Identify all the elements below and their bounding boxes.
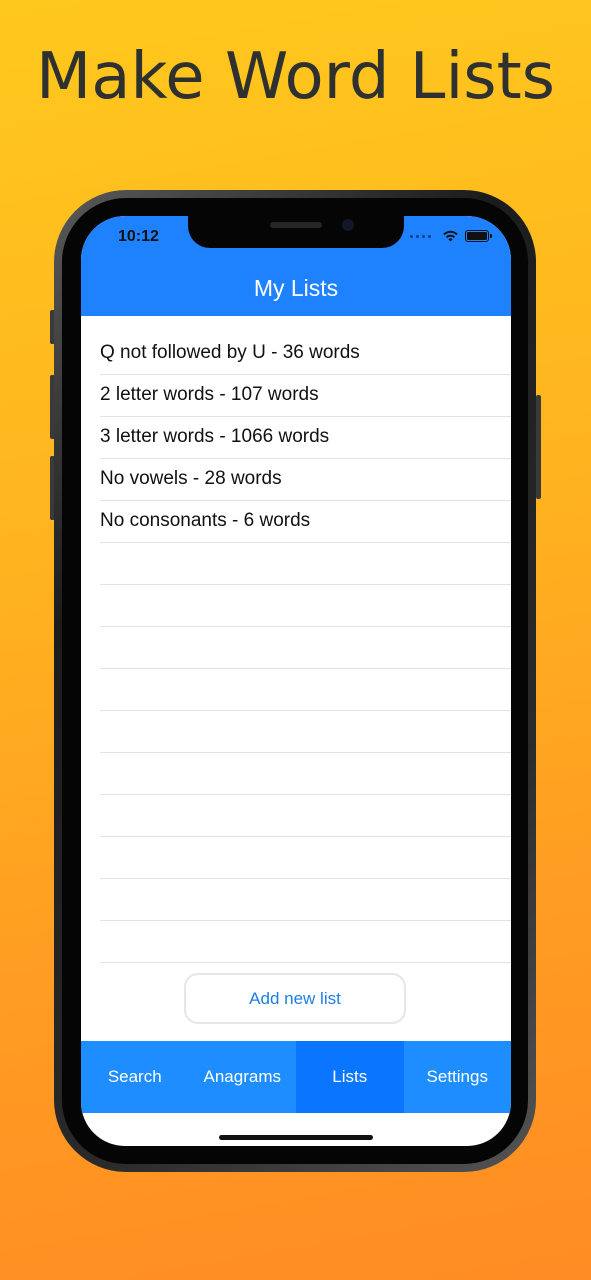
empty-row (100, 585, 511, 627)
phone-frame: 10:12 My Lists Q not followed by U - 36 … (54, 190, 536, 1172)
list-item-label: No consonants - 6 words (100, 510, 311, 531)
list-item-label: No vowels - 28 words (100, 468, 282, 489)
tab-lists[interactable]: Lists (296, 1041, 404, 1113)
phone-screen: 10:12 My Lists Q not followed by U - 36 … (81, 216, 511, 1146)
tab-anagrams[interactable]: Anagrams (189, 1041, 297, 1113)
list-item[interactable]: Q not followed by U - 36 words (100, 333, 511, 375)
phone-notch (188, 216, 404, 248)
empty-row (100, 753, 511, 795)
list-item-label: 2 letter words - 107 words (100, 384, 319, 405)
home-indicator[interactable] (219, 1135, 373, 1140)
list-item[interactable]: 3 letter words - 1066 words (100, 417, 511, 459)
marketing-headline: Make Word Lists (36, 40, 555, 114)
speaker-grille (270, 222, 322, 228)
empty-row (100, 543, 511, 585)
empty-row (100, 627, 511, 669)
tab-search[interactable]: Search (81, 1041, 189, 1113)
word-lists: Q not followed by U - 36 words 2 letter … (100, 333, 511, 963)
wifi-icon (442, 230, 459, 242)
navigation-bar: My Lists (81, 262, 511, 316)
list-item-label: 3 letter words - 1066 words (100, 426, 330, 447)
tab-bar: Search Anagrams Lists Settings (81, 1041, 511, 1113)
power-button (536, 395, 541, 499)
signal-dots-icon (410, 234, 434, 238)
empty-row (100, 837, 511, 879)
list-item-label: Q not followed by U - 36 words (100, 342, 360, 363)
tab-settings[interactable]: Settings (404, 1041, 512, 1113)
list-item[interactable]: No consonants - 6 words (100, 501, 511, 543)
empty-row (100, 795, 511, 837)
status-time: 10:12 (118, 228, 159, 245)
empty-row (100, 711, 511, 753)
empty-row (100, 879, 511, 921)
empty-row (100, 921, 511, 963)
page-title: My Lists (253, 275, 339, 301)
status-icons (410, 230, 492, 242)
battery-icon (465, 230, 492, 242)
add-new-list-button[interactable]: Add new list (184, 973, 406, 1024)
list-item[interactable]: 2 letter words - 107 words (100, 375, 511, 417)
list-item[interactable]: No vowels - 28 words (100, 459, 511, 501)
front-camera-icon (342, 219, 354, 231)
empty-row (100, 669, 511, 711)
